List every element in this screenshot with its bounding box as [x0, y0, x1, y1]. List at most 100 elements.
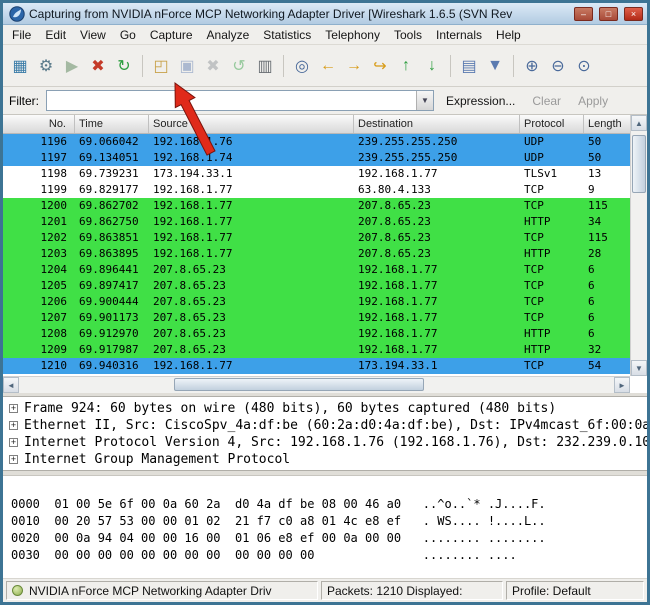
open-file-button[interactable]: ◰ [148, 53, 174, 79]
cell-protocol: TCP [520, 230, 584, 246]
packet-row[interactable]: 120869.912970207.8.65.23192.168.1.77HTTP… [3, 326, 630, 342]
expression-button[interactable]: Expression... [441, 91, 520, 111]
cell-source: 192.168.1.77 [149, 214, 354, 230]
detail-line[interactable]: +Ethernet II, Src: CiscoSpv_4a:df:be (60… [7, 417, 647, 434]
column-header-time[interactable]: Time [75, 115, 149, 133]
filter-dropdown-icon[interactable]: ▼ [416, 91, 433, 110]
apply-button[interactable]: Apply [573, 91, 613, 111]
filter-input[interactable] [47, 91, 416, 110]
status-capture-source[interactable]: NVIDIA nForce MCP Networking Adapter Dri… [6, 581, 318, 600]
horizontal-scrollbar[interactable]: ◄ ► [3, 376, 630, 393]
menu-edit[interactable]: Edit [38, 26, 73, 44]
vertical-scroll-track[interactable] [631, 131, 647, 360]
list-interfaces-button[interactable]: ▦ [7, 53, 33, 79]
packet-row[interactable]: 119969.829177192.168.1.7763.80.4.133TCP9 [3, 182, 630, 198]
go-to-packet-button[interactable]: ↪ [367, 53, 393, 79]
packet-row[interactable]: 120569.897417207.8.65.23192.168.1.77TCP6 [3, 278, 630, 294]
cell-length: 115 [584, 198, 630, 214]
restart-capture-button[interactable]: ↻ [111, 53, 137, 79]
packet-row[interactable]: 120469.896441207.8.65.23192.168.1.77TCP6 [3, 262, 630, 278]
expander-icon[interactable]: + [9, 421, 18, 430]
packet-row[interactable]: 119869.739231173.194.33.1192.168.1.77TLS… [3, 166, 630, 182]
go-back-icon: ← [320, 57, 336, 75]
cell-time: 69.900444 [75, 294, 149, 310]
cell-protocol: TLSv1 [520, 166, 584, 182]
detail-line[interactable]: + Frame 924: 60 bytes on wire (480 bits),… [7, 400, 647, 417]
detail-line[interactable]: +Internet Group Management Protocol [7, 451, 647, 468]
packet-row[interactable]: 120069.862702192.168.1.77207.8.65.23TCP1… [3, 198, 630, 214]
menu-capture[interactable]: Capture [143, 26, 200, 44]
zoom-100-button[interactable]: ⊙ [571, 53, 597, 79]
zoom-in-button[interactable]: ⊕ [519, 53, 545, 79]
horizontal-scroll-thumb[interactable] [174, 378, 424, 391]
cell-source: 192.168.1.76 [149, 134, 354, 150]
packet-row[interactable]: 119769.134051192.168.1.74239.255.255.250… [3, 150, 630, 166]
scroll-right-icon[interactable]: ► [614, 377, 630, 393]
packet-row[interactable]: 120269.863851192.168.1.77207.8.65.23TCP1… [3, 230, 630, 246]
column-header-no[interactable]: No. [3, 115, 75, 133]
menu-go[interactable]: Go [113, 26, 143, 44]
capture-options-button[interactable]: ⚙ [33, 53, 59, 79]
hex-line[interactable]: 0020 00 0a 94 04 00 00 16 00 01 06 e8 ef… [11, 530, 647, 547]
cell-no: 1209 [3, 342, 75, 358]
column-header-length[interactable]: Length [584, 115, 630, 133]
title-bar[interactable]: Capturing from NVIDIA nForce MCP Network… [3, 3, 647, 25]
status-profile[interactable]: Profile: Default [506, 581, 644, 600]
horizontal-scroll-track[interactable] [19, 377, 614, 393]
hex-line[interactable]: 0030 00 00 00 00 00 00 00 00 00 00 00 00… [11, 547, 647, 564]
colorize-button[interactable]: ▤ [456, 53, 482, 79]
packet-row[interactable]: 120769.901173207.8.65.23192.168.1.77TCP6 [3, 310, 630, 326]
menu-file[interactable]: File [5, 26, 38, 44]
go-to-packet-icon: ↪ [373, 56, 386, 76]
packet-row[interactable]: 120969.917987207.8.65.23192.168.1.77HTTP… [3, 342, 630, 358]
packet-row[interactable]: 119669.066042192.168.1.76239.255.255.250… [3, 134, 630, 150]
scroll-left-icon[interactable]: ◄ [3, 377, 19, 393]
detail-line[interactable]: +Internet Protocol Version 4, Src: 192.1… [7, 434, 647, 451]
zoom-out-button[interactable]: ⊖ [545, 53, 571, 79]
menu-internals[interactable]: Internals [429, 26, 489, 44]
column-header-destination[interactable]: Destination [354, 115, 520, 133]
packet-row[interactable]: 120369.863895192.168.1.77207.8.65.23HTTP… [3, 246, 630, 262]
cell-destination: 207.8.65.23 [354, 246, 520, 262]
go-to-bottom-button[interactable]: ↓ [419, 53, 445, 79]
close-button[interactable]: × [624, 7, 643, 21]
packet-row[interactable]: 121069.940316192.168.1.77173.194.33.1TCP… [3, 358, 630, 374]
colorize-icon: ▤ [461, 56, 476, 76]
menu-telephony[interactable]: Telephony [318, 26, 387, 44]
hex-line[interactable]: 0000 01 00 5e 6f 00 0a 60 2a d0 4a df be… [11, 496, 647, 513]
expander-icon[interactable]: + [9, 404, 18, 413]
menu-tools[interactable]: Tools [387, 26, 429, 44]
menu-bar: FileEditViewGoCaptureAnalyzeStatisticsTe… [3, 25, 647, 45]
expert-info-icon[interactable] [12, 585, 23, 596]
go-forward-button[interactable]: → [341, 53, 367, 79]
go-back-button[interactable]: ← [315, 53, 341, 79]
status-packet-counts-text: Packets: 1210 Displayed: [327, 584, 462, 598]
find-packet-button[interactable]: ◎ [289, 53, 315, 79]
print-button[interactable]: ▥ [252, 53, 278, 79]
vertical-scrollbar[interactable]: ▲ ▼ [630, 115, 647, 376]
hex-line[interactable]: 0010 00 20 57 53 00 00 01 02 21 f7 c0 a8… [11, 513, 647, 530]
detail-text: Frame 924: 60 bytes on wire (480 bits), … [24, 401, 556, 416]
zoom-in-icon: ⊕ [525, 56, 538, 76]
vertical-scroll-thumb[interactable] [632, 135, 646, 193]
column-header-protocol[interactable]: Protocol [520, 115, 584, 133]
cell-no: 1198 [3, 166, 75, 182]
go-to-top-button[interactable]: ↑ [393, 53, 419, 79]
clear-button[interactable]: Clear [527, 91, 566, 111]
expander-icon[interactable]: + [9, 438, 18, 447]
zoom-100-icon: ⊙ [577, 56, 590, 76]
menu-help[interactable]: Help [489, 26, 528, 44]
stop-capture-button[interactable]: ✖ [85, 53, 111, 79]
maximize-button[interactable]: □ [599, 7, 618, 21]
menu-statistics[interactable]: Statistics [256, 26, 318, 44]
menu-analyze[interactable]: Analyze [200, 26, 257, 44]
expander-icon[interactable]: + [9, 455, 18, 464]
column-header-source[interactable]: Source [149, 115, 354, 133]
auto-scroll-button[interactable]: ▼ [482, 53, 508, 79]
packet-row[interactable]: 120669.900444207.8.65.23192.168.1.77TCP6 [3, 294, 630, 310]
scroll-down-icon[interactable]: ▼ [631, 360, 647, 376]
scroll-up-icon[interactable]: ▲ [631, 115, 647, 131]
minimize-button[interactable]: – [574, 7, 593, 21]
menu-view[interactable]: View [73, 26, 113, 44]
packet-row[interactable]: 120169.862750192.168.1.77207.8.65.23HTTP… [3, 214, 630, 230]
